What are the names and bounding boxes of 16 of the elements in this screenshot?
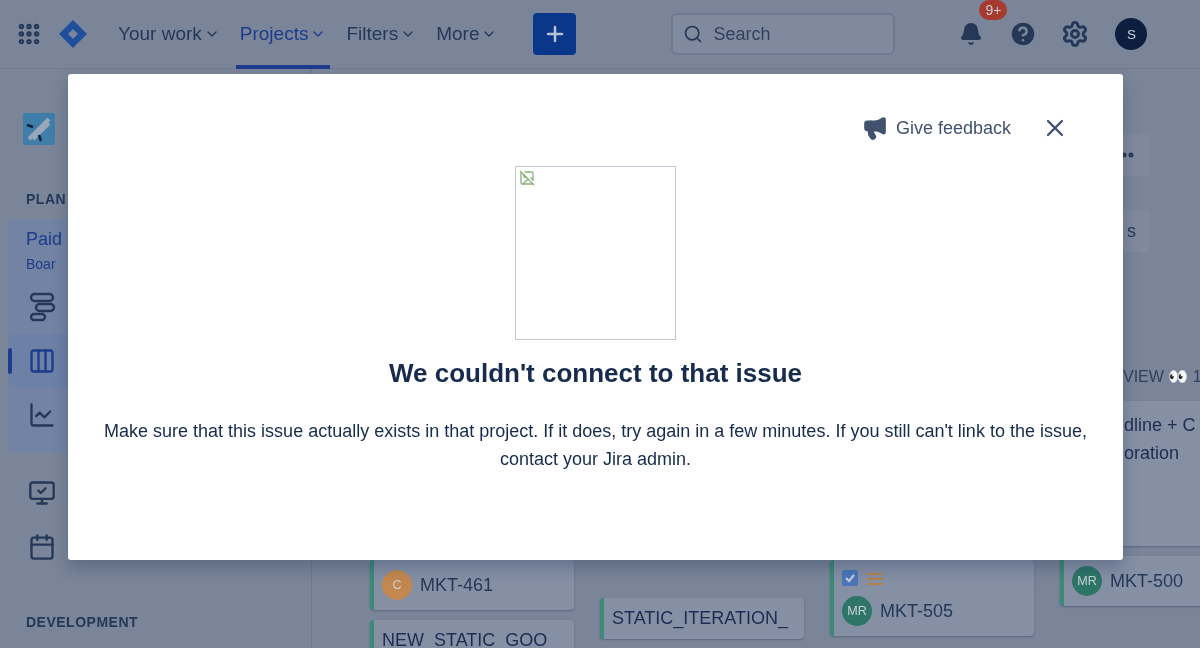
- issue-title: STATIC_ITERATION_: [612, 608, 790, 629]
- dialog-message: Make sure that this issue actually exists in that project. If it does, try again in a few minutes. If you still can't link to the issue, contact your Jira admin.: [103, 420, 1088, 471]
- user-avatar: MR: [1072, 566, 1102, 596]
- issue-title: dline + C oration: [1124, 414, 1196, 465]
- section-heading: PLAN: [26, 191, 68, 207]
- issue-key: MKT-461: [420, 574, 494, 596]
- project-type: Boar: [26, 256, 57, 272]
- user-avatar: MR: [842, 596, 872, 626]
- section-heading: DEVELOPMENT: [26, 614, 140, 630]
- issue-key: MKT-500: [1110, 570, 1184, 592]
- dialog-title: We couldn't connect to that issue: [388, 358, 803, 389]
- issue-key: MKT-505: [880, 600, 954, 622]
- user-avatar: C: [382, 570, 412, 600]
- issue-title: NEW_STATIC_GOO: [382, 630, 549, 648]
- column-heading: VIEW 👀 1: [1122, 366, 1200, 387]
- notification-badge: 9+: [979, 0, 1008, 20]
